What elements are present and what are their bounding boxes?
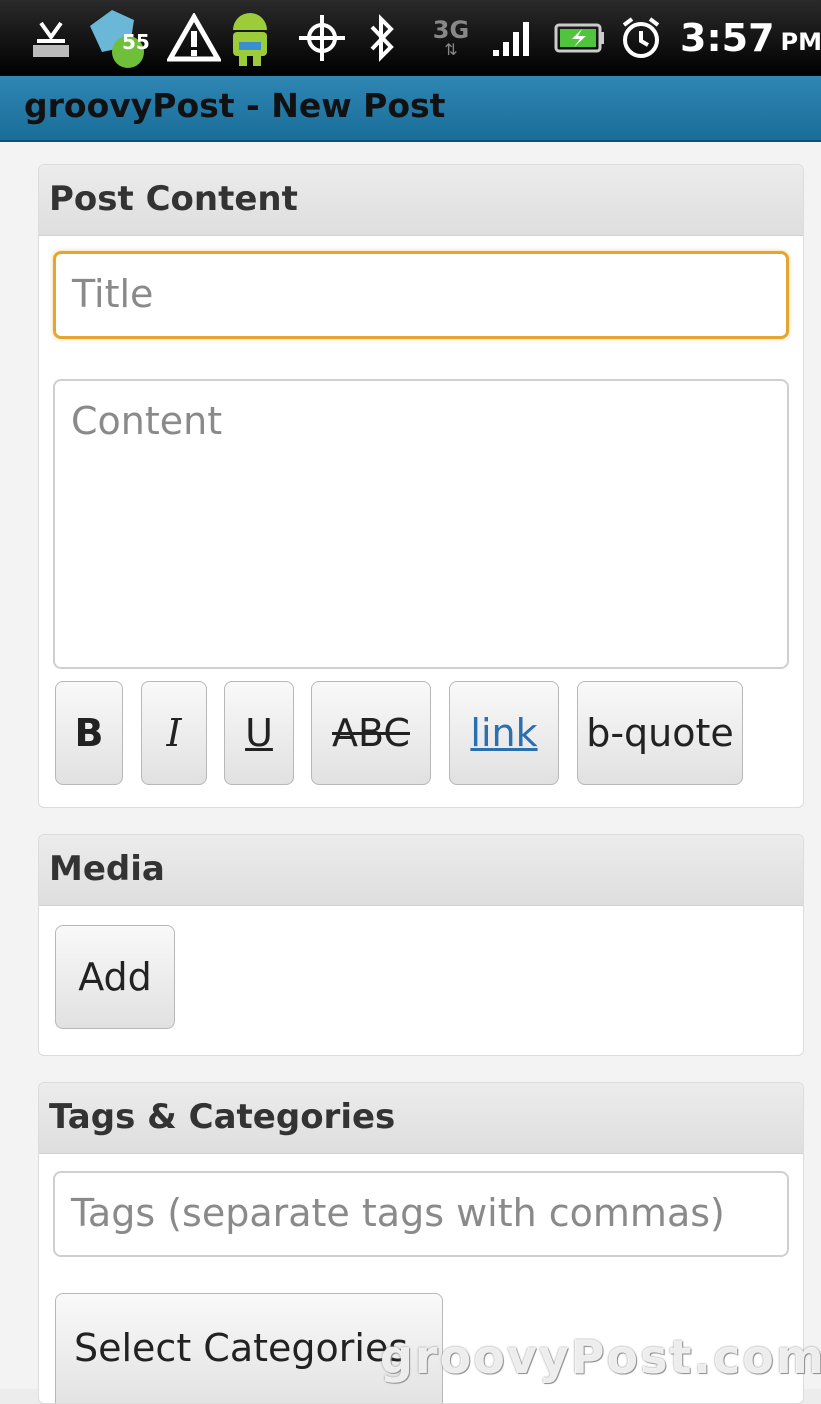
tags-categories-heading: Tags & Categories [49, 1097, 396, 1137]
clock-time: 3:57 [680, 16, 775, 60]
underline-button[interactable]: U [224, 681, 294, 785]
strikethrough-button[interactable]: ABC [311, 681, 431, 785]
tags-placeholder: Tags (separate tags with commas) [71, 1191, 725, 1235]
italic-button[interactable]: I [141, 681, 207, 785]
blockquote-button[interactable]: b-quote [577, 681, 743, 785]
watermark: groovyPost.com [380, 1330, 821, 1384]
main-content: Post Content Title Content B I U ABC lin… [0, 142, 821, 1404]
media-header: Media [39, 835, 803, 906]
title-input[interactable]: Title [53, 251, 789, 339]
badge-count: 55 [122, 30, 150, 54]
warning-icon [166, 0, 222, 76]
post-content-heading: Post Content [49, 179, 298, 219]
alarm-icon [616, 0, 666, 76]
tags-input[interactable]: Tags (separate tags with commas) [53, 1171, 789, 1257]
gps-icon [294, 0, 350, 76]
post-content-header: Post Content [39, 165, 803, 236]
post-content-panel: Post Content Title Content B I U ABC lin… [38, 164, 804, 808]
network-label: 3G [432, 16, 470, 44]
android-icon [222, 0, 278, 76]
link-button[interactable]: link [449, 681, 559, 785]
page-title: groovyPost - New Post [24, 86, 446, 125]
notification-badge-icon: 55 [80, 0, 160, 76]
clock-ampm: PM [780, 28, 821, 56]
bold-button[interactable]: B [55, 681, 123, 785]
3g-icon: 3G ⇅ [432, 16, 470, 59]
tags-categories-header: Tags & Categories [39, 1083, 803, 1154]
bluetooth-icon [364, 0, 400, 76]
media-panel: Media Add [38, 834, 804, 1056]
usb-icon [30, 0, 72, 76]
content-placeholder: Content [71, 399, 223, 443]
add-media-button[interactable]: Add [55, 925, 175, 1029]
title-bar: groovyPost - New Post [0, 76, 821, 142]
clock: 3:57 PM [680, 0, 821, 76]
title-placeholder: Title [72, 272, 154, 316]
battery-icon [552, 0, 608, 76]
media-heading: Media [49, 849, 165, 889]
status-bar: 55 3G ⇅ 3:57 PM [0, 0, 821, 76]
signal-icon [490, 0, 536, 76]
content-textarea[interactable]: Content [53, 379, 789, 669]
